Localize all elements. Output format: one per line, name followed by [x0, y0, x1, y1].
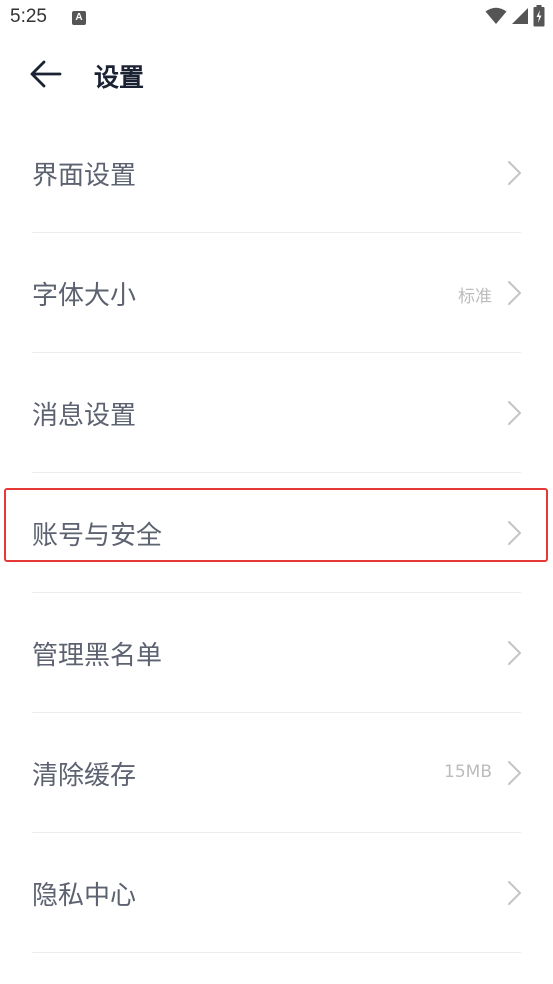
- page-title: 设置: [94, 63, 145, 92]
- setting-item-message[interactable]: 消息设置: [0, 353, 553, 473]
- chevron-right-icon: [507, 880, 523, 906]
- setting-item-label: 消息设置: [32, 401, 137, 431]
- settings-list: 界面设置 字体大小 标准 消息设置 账号与安全 管理黑名单 清除缓存 15MB …: [0, 113, 553, 953]
- divider: [32, 952, 521, 953]
- a-notification-icon: A: [72, 11, 86, 25]
- chevron-right-icon: [507, 400, 523, 426]
- setting-item-account-security[interactable]: 账号与安全: [0, 473, 553, 593]
- setting-item-label: 隐私中心: [32, 881, 137, 911]
- setting-item-label: 字体大小: [32, 281, 137, 311]
- setting-item-privacy[interactable]: 隐私中心: [0, 833, 553, 953]
- setting-item-label: 账号与安全: [32, 521, 163, 551]
- setting-item-font-size[interactable]: 字体大小 标准: [0, 233, 553, 353]
- setting-item-value: 15MB: [444, 762, 492, 782]
- settings-screen: 5:25 A 设置 界面设置 字体大小 标准 消息设置 账号与安全 管理黑名单 …: [0, 0, 553, 984]
- wifi-icon: [485, 7, 507, 29]
- chevron-right-icon: [507, 280, 523, 306]
- setting-item-label: 清除缓存: [32, 761, 137, 791]
- setting-item-interface[interactable]: 界面设置: [0, 113, 553, 233]
- setting-item-label: 管理黑名单: [32, 641, 163, 671]
- status-bar: 5:25 A: [0, 0, 553, 36]
- chevron-right-icon: [507, 760, 523, 786]
- status-icons: [485, 5, 545, 31]
- battery-charging-icon: [533, 5, 545, 31]
- chevron-right-icon: [507, 160, 523, 186]
- setting-item-value: 标准: [458, 287, 492, 307]
- cellular-signal-icon: [511, 7, 529, 29]
- setting-item-clear-cache[interactable]: 清除缓存 15MB: [0, 713, 553, 833]
- app-header: 设置: [0, 36, 553, 116]
- setting-item-label: 界面设置: [32, 161, 137, 191]
- status-time: 5:25: [10, 6, 47, 27]
- setting-item-blacklist[interactable]: 管理黑名单: [0, 593, 553, 713]
- chevron-right-icon: [507, 520, 523, 546]
- arrow-left-icon: [30, 60, 62, 92]
- chevron-right-icon: [507, 640, 523, 666]
- back-button[interactable]: [22, 52, 70, 100]
